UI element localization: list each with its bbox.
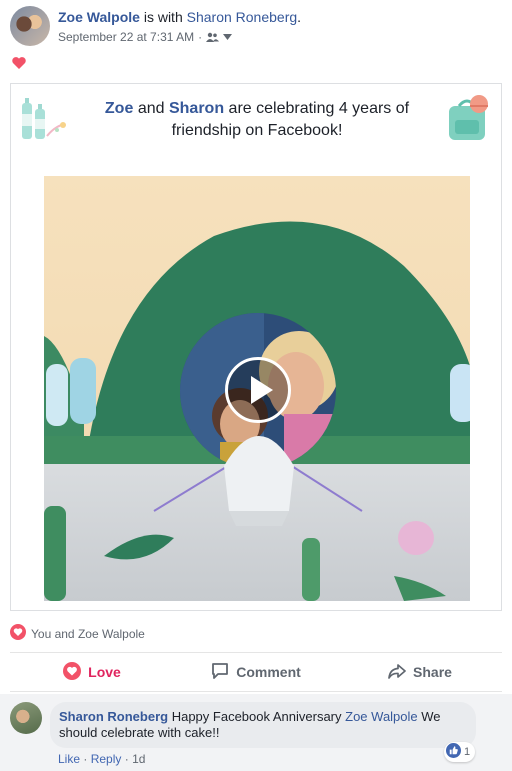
comment-text-before: Happy Facebook Anniversary <box>171 709 342 724</box>
meta-separator: · <box>198 30 203 44</box>
share-label: Share <box>413 664 452 680</box>
divider <box>10 652 502 653</box>
comment-age[interactable]: 1d <box>132 752 145 766</box>
post-actions: Love Comment Share <box>10 656 502 688</box>
post-header-text: Zoe Walpole is with Sharon Roneberg. Sep… <box>58 9 301 44</box>
comment-mention-link[interactable]: Zoe Walpole <box>345 709 418 724</box>
author-name-link[interactable]: Zoe Walpole <box>58 9 140 25</box>
tagged-name-link[interactable]: Sharon Roneberg <box>187 9 298 25</box>
reaction-summary[interactable]: You and Zoe Walpole <box>10 624 145 643</box>
heart-icon <box>11 55 27 71</box>
card-name-2[interactable]: Sharon <box>169 100 224 117</box>
commenter-avatar[interactable] <box>10 702 42 734</box>
comment-reply-link[interactable]: Reply <box>91 752 122 766</box>
comment-button[interactable]: Comment <box>174 656 338 688</box>
author-line: Zoe Walpole is with Sharon Roneberg. <box>58 9 301 25</box>
tagged-suffix: . <box>297 9 302 25</box>
card-name-1[interactable]: Zoe <box>105 100 133 117</box>
with-text: is with <box>143 9 183 25</box>
comment-actions: Like · Reply · 1d <box>58 752 145 766</box>
comment-label: Comment <box>236 664 301 680</box>
backpack-icon <box>445 94 491 144</box>
comment-action-separator: · <box>83 752 88 766</box>
post-header: Zoe Walpole is with Sharon Roneberg. Sep… <box>10 6 502 50</box>
video-player[interactable] <box>44 176 470 601</box>
friends-icon[interactable] <box>206 32 220 42</box>
share-icon <box>388 662 406 683</box>
post-meta: September 22 at 7:31 AM · <box>58 30 301 44</box>
reaction-summary-text[interactable]: You and Zoe Walpole <box>31 627 145 641</box>
comment-like-count[interactable]: 1 <box>444 742 476 762</box>
play-button[interactable] <box>225 357 291 423</box>
author-avatar[interactable] <box>10 6 50 46</box>
audience-dropdown-icon[interactable] <box>223 34 233 40</box>
heart-icon <box>63 661 82 683</box>
like-count-value: 1 <box>464 746 471 758</box>
love-label: Love <box>88 664 121 680</box>
heart-icon <box>10 624 26 643</box>
comment-bubble: Sharon Roneberg Happy Facebook Anniversa… <box>50 702 476 748</box>
comment-like-link[interactable]: Like <box>58 752 80 766</box>
friendship-card: Zoe and Sharon are celebrating 4 years o… <box>10 83 502 611</box>
share-button[interactable]: Share <box>338 656 502 688</box>
comment-action-separator: · <box>124 752 129 766</box>
card-and: and <box>137 100 165 117</box>
comment-icon <box>211 662 229 683</box>
like-icon <box>446 743 461 761</box>
post-timestamp[interactable]: September 22 at 7:31 AM <box>58 30 194 44</box>
comment-author-link[interactable]: Sharon Roneberg <box>59 709 168 724</box>
bottles-icon <box>19 92 71 144</box>
comment-section: Sharon Roneberg Happy Facebook Anniversa… <box>0 694 512 771</box>
love-button[interactable]: Love <box>10 656 174 688</box>
card-title: Zoe and Sharon are celebrating 4 years o… <box>81 98 433 142</box>
divider <box>10 691 502 692</box>
